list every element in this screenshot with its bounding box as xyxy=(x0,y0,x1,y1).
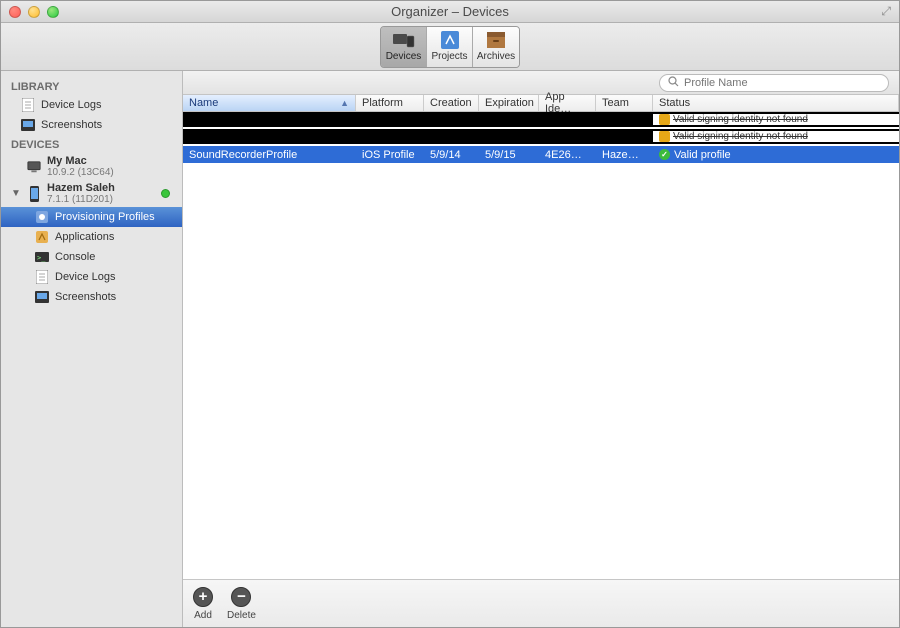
device-subtitle: 7.1.1 (11D201) xyxy=(47,194,115,205)
table-header: Name ▲ Platform Creation Expiration App … xyxy=(183,95,899,112)
profile-icon xyxy=(35,210,49,224)
table-row[interactable]: Valid signing identity not found xyxy=(183,112,899,127)
tab-archives[interactable]: Archives xyxy=(473,27,519,67)
column-status[interactable]: Status xyxy=(653,95,899,111)
disclosure-icon[interactable]: ▼ xyxy=(11,188,21,199)
tab-projects[interactable]: Projects xyxy=(427,27,473,67)
document-icon xyxy=(21,98,35,112)
sidebar-item-label: Provisioning Profiles xyxy=(55,211,155,223)
column-creation[interactable]: Creation xyxy=(424,95,479,111)
device-name: My Mac xyxy=(47,155,114,167)
sidebar-item-label: Console xyxy=(55,251,95,263)
checkmark-icon xyxy=(659,149,670,160)
section-header-library: LIBRARY xyxy=(1,77,182,95)
zoom-icon[interactable] xyxy=(47,6,59,18)
column-name[interactable]: Name ▲ xyxy=(183,95,356,111)
column-expiration[interactable]: Expiration xyxy=(479,95,539,111)
sidebar-item-device-logs-child[interactable]: Device Logs xyxy=(1,267,182,287)
tab-devices-label: Devices xyxy=(386,51,422,62)
titlebar: Organizer – Devices ⤢ xyxy=(1,1,899,23)
table-row[interactable]: Valid signing identity not found xyxy=(183,129,899,144)
cell-name: SoundRecorderProfile xyxy=(183,149,356,161)
sidebar-item-label: Screenshots xyxy=(55,291,116,303)
fullscreen-icon[interactable]: ⤢ xyxy=(881,4,891,19)
cell-status: Valid profile xyxy=(653,149,899,161)
column-platform[interactable]: Platform xyxy=(356,95,424,111)
sort-asc-icon: ▲ xyxy=(340,98,349,108)
close-icon[interactable] xyxy=(9,6,21,18)
sidebar-device-mymac[interactable]: My Mac 10.9.2 (13C64) xyxy=(1,153,182,180)
window-controls xyxy=(9,6,59,18)
svg-text:>_: >_ xyxy=(37,254,46,262)
device-name: Hazem Saleh xyxy=(47,182,115,194)
plus-icon: + xyxy=(193,587,213,607)
footer-bar: + Add − Delete xyxy=(183,579,899,627)
iphone-icon xyxy=(27,187,41,201)
search-row xyxy=(183,71,899,95)
search-field[interactable] xyxy=(659,74,889,92)
toolbar-tab-group: Devices Projects Archives xyxy=(380,26,520,68)
column-team[interactable]: Team xyxy=(596,95,653,111)
search-icon xyxy=(668,76,679,90)
minimize-icon[interactable] xyxy=(28,6,40,18)
archives-icon xyxy=(485,31,507,49)
section-header-devices: DEVICES xyxy=(1,135,182,153)
screenshots-icon xyxy=(21,118,35,132)
sidebar-item-label: Screenshots xyxy=(41,119,102,131)
mac-icon xyxy=(27,160,41,174)
cell-appid: 4E26GV… xyxy=(539,149,596,161)
sidebar-item-screenshots-child[interactable]: Screenshots xyxy=(1,287,182,307)
add-button[interactable]: + Add xyxy=(193,587,213,621)
status-dot-icon xyxy=(161,189,170,198)
screenshots-icon xyxy=(35,290,49,304)
toolbar: Devices Projects Archives xyxy=(1,23,899,71)
sidebar-item-applications[interactable]: Applications xyxy=(1,227,182,247)
projects-icon xyxy=(439,31,461,49)
tab-devices[interactable]: Devices xyxy=(381,27,427,67)
minus-icon: − xyxy=(231,587,251,607)
sidebar-item-label: Device Logs xyxy=(55,271,116,283)
sidebar-item-label: Applications xyxy=(55,231,114,243)
sidebar-item-console[interactable]: >_ Console xyxy=(1,247,182,267)
column-appid[interactable]: App Ide… xyxy=(539,95,596,111)
table-body: Valid signing identity not found Valid s… xyxy=(183,112,899,579)
cell-creation: 5/9/14 xyxy=(424,149,479,161)
delete-button[interactable]: − Delete xyxy=(227,587,256,621)
sidebar-device-hazem[interactable]: ▼ Hazem Saleh 7.1.1 (11D201) xyxy=(1,180,182,207)
warning-icon xyxy=(659,114,670,125)
cell-expiration: 5/9/15 xyxy=(479,149,539,161)
sidebar-item-label: Device Logs xyxy=(41,99,102,111)
tab-archives-label: Archives xyxy=(477,51,515,62)
cell-team: Hazem… xyxy=(596,149,653,161)
table-row[interactable]: SoundRecorderProfile iOS Profile 5/9/14 … xyxy=(183,146,899,163)
devices-icon xyxy=(393,31,415,49)
content: LIBRARY Device Logs Screenshots DEVICES … xyxy=(1,71,899,627)
search-input[interactable] xyxy=(684,77,880,89)
tab-projects-label: Projects xyxy=(431,51,467,62)
warning-icon xyxy=(659,131,670,142)
sidebar-item-screenshots[interactable]: Screenshots xyxy=(1,115,182,135)
sidebar-item-provisioning-profiles[interactable]: Provisioning Profiles xyxy=(1,207,182,227)
main-panel: Name ▲ Platform Creation Expiration App … xyxy=(183,71,899,627)
app-icon xyxy=(35,230,49,244)
cell-platform: iOS Profile xyxy=(356,149,424,161)
device-subtitle: 10.9.2 (13C64) xyxy=(47,167,114,178)
console-icon: >_ xyxy=(35,250,49,264)
window-title: Organizer – Devices xyxy=(1,4,899,19)
sidebar-item-device-logs[interactable]: Device Logs xyxy=(1,95,182,115)
sidebar: LIBRARY Device Logs Screenshots DEVICES … xyxy=(1,71,183,627)
document-icon xyxy=(35,270,49,284)
